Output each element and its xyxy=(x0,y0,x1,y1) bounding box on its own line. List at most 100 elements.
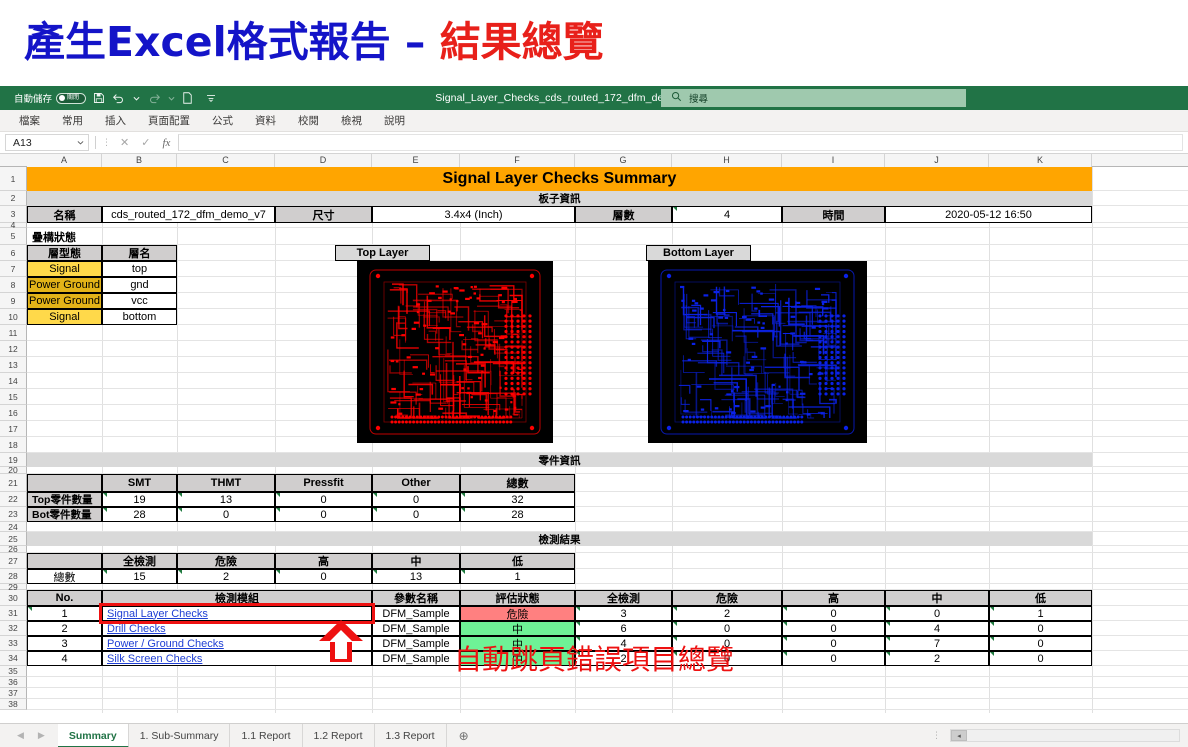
row-header-38[interactable]: 38 xyxy=(0,699,27,710)
row-header-15[interactable]: 15 xyxy=(0,389,27,405)
component-row-value[interactable]: 0 xyxy=(275,507,372,522)
ribbon-tab-5[interactable]: 資料 xyxy=(244,110,287,132)
detail-row-value[interactable]: 7 xyxy=(885,636,989,651)
prev-sheet-icon[interactable]: ◀ xyxy=(17,730,24,741)
check-summary-value[interactable]: 13 xyxy=(372,569,460,584)
ribbon-tab-3[interactable]: 頁面配置 xyxy=(137,110,201,132)
detail-row-no[interactable]: 4 xyxy=(27,651,102,666)
module-link[interactable]: Silk Screen Checks xyxy=(107,653,202,665)
detail-row-param[interactable]: DFM_Sample xyxy=(372,621,460,636)
component-row-value[interactable]: 0 xyxy=(372,492,460,507)
row-header-18[interactable]: 18 xyxy=(0,437,27,453)
column-header-K[interactable]: K xyxy=(989,154,1092,167)
row-header-1[interactable]: 1 xyxy=(0,167,27,191)
detail-row-status[interactable]: 中 xyxy=(460,651,575,666)
ribbon-tab-8[interactable]: 說明 xyxy=(373,110,416,132)
board-size-label[interactable]: 尺寸 xyxy=(275,206,372,223)
confirm-icon[interactable]: ✓ xyxy=(141,136,150,149)
detail-row-value[interactable]: 0 xyxy=(782,651,885,666)
row-header-32[interactable]: 32 xyxy=(0,621,27,636)
ribbon-tab-2[interactable]: 插入 xyxy=(94,110,137,132)
component-header-5[interactable]: 總數 xyxy=(460,474,575,492)
redo-icon[interactable] xyxy=(147,92,161,104)
detail-header-module[interactable]: 檢測模組 xyxy=(102,590,372,606)
detail-row-status[interactable]: 中 xyxy=(460,621,575,636)
detail-header-6[interactable]: 高 xyxy=(782,590,885,606)
detail-row-value[interactable]: 4 xyxy=(575,636,672,651)
board-layers-value[interactable]: 4 xyxy=(672,206,782,223)
check-summary-value[interactable]: 1 xyxy=(460,569,575,584)
check-summary-value[interactable]: 0 xyxy=(275,569,372,584)
new-doc-icon[interactable] xyxy=(182,92,193,104)
row-header-21[interactable]: 21 xyxy=(0,474,27,492)
row-header-2[interactable]: 2 xyxy=(0,191,27,206)
check-summary-value[interactable]: 2 xyxy=(177,569,275,584)
row-header-24[interactable]: 24 xyxy=(0,522,27,532)
column-header-H[interactable]: H xyxy=(672,154,782,167)
row-header-23[interactable]: 23 xyxy=(0,507,27,522)
detail-header-status[interactable]: 評估狀態 xyxy=(460,590,575,606)
detail-row-value[interactable]: 0 xyxy=(989,651,1092,666)
detail-row-value[interactable]: 4 xyxy=(885,621,989,636)
detail-row-value[interactable]: 0 xyxy=(989,621,1092,636)
check-header-4[interactable]: 中 xyxy=(372,553,460,569)
check-summary-label[interactable]: 總數 xyxy=(27,569,102,584)
detail-header-4[interactable]: 全檢測 xyxy=(575,590,672,606)
detail-row-param[interactable]: DFM_Sample xyxy=(372,651,460,666)
check-summary-value[interactable]: 15 xyxy=(102,569,177,584)
function-icon[interactable]: fx xyxy=(162,137,170,149)
board-time-label[interactable]: 時間 xyxy=(782,206,885,223)
detail-row-value[interactable]: 2 xyxy=(575,651,672,666)
component-header-4[interactable]: Other xyxy=(372,474,460,492)
detail-row-no[interactable]: 2 xyxy=(27,621,102,636)
chevron-down-icon[interactable] xyxy=(133,95,140,102)
ribbon-tab-0[interactable]: 檔案 xyxy=(8,110,51,132)
ribbon-tab-1[interactable]: 常用 xyxy=(51,110,94,132)
sheet-nav-arrows[interactable]: ◀ ▶ xyxy=(0,730,58,741)
component-row-value[interactable]: 13 xyxy=(177,492,275,507)
save-icon[interactable] xyxy=(93,92,105,104)
component-row-value[interactable]: 28 xyxy=(460,507,575,522)
detail-header-param[interactable]: 參數名稱 xyxy=(372,590,460,606)
stackup-row-type[interactable]: Signal xyxy=(27,309,102,325)
row-header-12[interactable]: 12 xyxy=(0,341,27,357)
row-header-10[interactable]: 10 xyxy=(0,309,27,325)
sheet-tab-1-1-report[interactable]: 1.1 Report xyxy=(230,723,303,747)
row-header-6[interactable]: 6 xyxy=(0,245,27,261)
next-sheet-icon[interactable]: ▶ xyxy=(38,730,45,741)
row-header-11[interactable]: 11 xyxy=(0,325,27,341)
row-header-35[interactable]: 35 xyxy=(0,666,27,677)
detail-row-module[interactable]: Signal Layer Checks xyxy=(102,606,372,621)
name-box[interactable]: A13 xyxy=(5,134,89,151)
ribbon-tab-4[interactable]: 公式 xyxy=(201,110,244,132)
component-row-value[interactable]: 19 xyxy=(102,492,177,507)
sheet-tab-1-sub-summary[interactable]: 1. Sub-Summary xyxy=(129,723,231,747)
detail-row-param[interactable]: DFM_Sample xyxy=(372,636,460,651)
detail-row-value[interactable]: 3 xyxy=(575,606,672,621)
detail-header-7[interactable]: 中 xyxy=(885,590,989,606)
check-header-1[interactable]: 全檢測 xyxy=(102,553,177,569)
column-header-B[interactable]: B xyxy=(102,154,177,167)
detail-row-param[interactable]: DFM_Sample xyxy=(372,606,460,621)
detail-row-module[interactable]: Silk Screen Checks xyxy=(102,651,372,666)
scroll-grip[interactable]: ⋮ xyxy=(932,730,942,741)
board-time-value[interactable]: 2020-05-12 16:50 xyxy=(885,206,1092,223)
column-header-A[interactable]: A xyxy=(27,154,102,167)
detail-row-value[interactable]: 0 xyxy=(672,651,782,666)
add-sheet-button[interactable]: ⊕ xyxy=(447,729,481,743)
chevron-down-icon[interactable] xyxy=(168,95,175,102)
column-header-D[interactable]: D xyxy=(275,154,372,167)
row-header-8[interactable]: 8 xyxy=(0,277,27,293)
detail-row-value[interactable]: 0 xyxy=(989,636,1092,651)
check-header-blank[interactable] xyxy=(27,553,102,569)
detail-row-value[interactable]: 0 xyxy=(672,621,782,636)
row-header-36[interactable]: 36 xyxy=(0,677,27,688)
detail-row-status[interactable]: 危險 xyxy=(460,606,575,621)
sheet-tab-1-2-report[interactable]: 1.2 Report xyxy=(303,723,375,747)
cell-area[interactable]: Signal Layer Checks Summary 板子資訊 名稱 cds_rou… xyxy=(27,167,1188,713)
stackup-row-name[interactable]: top xyxy=(102,261,177,277)
detail-row-value[interactable]: 0 xyxy=(782,606,885,621)
row-header-5[interactable]: 5 xyxy=(0,228,27,245)
column-header-J[interactable]: J xyxy=(885,154,989,167)
detail-row-value[interactable]: 0 xyxy=(782,636,885,651)
